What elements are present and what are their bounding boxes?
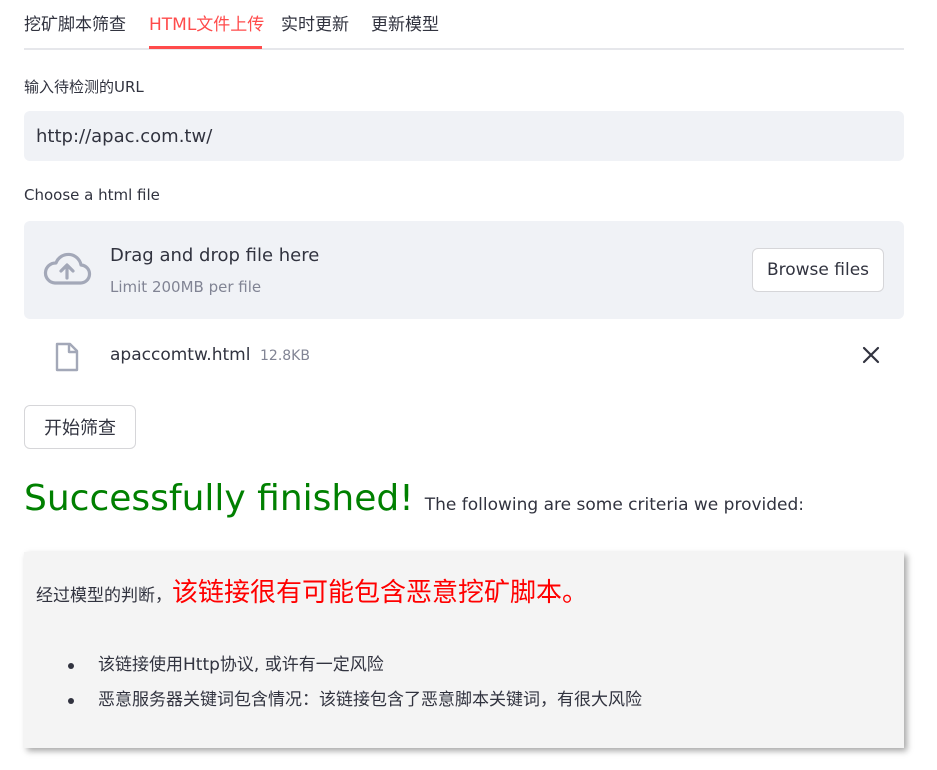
file-uploader-label: Choose a html file (24, 186, 160, 204)
result-panel: 经过模型的判断，该链接很有可能包含恶意挖矿脚本。 该链接使用Http协议, 或许… (24, 552, 904, 748)
criteria-list: 该链接使用Http协议, 或许有一定风险 恶意服务器关键词包含情况：该链接包含了… (68, 652, 642, 722)
dropzone-instruction: Drag and drop file here (110, 245, 320, 266)
list-item: 恶意服务器关键词包含情况：该链接包含了恶意脚本关键词，有很大风险 (68, 687, 642, 722)
file-dropzone[interactable]: Drag and drop file here Limit 200MB per … (24, 221, 904, 319)
success-message: Successfully finished! (24, 478, 414, 519)
uploaded-file-size: 12.8KB (260, 348, 310, 364)
uploaded-file-name: apaccomtw.html (110, 345, 251, 365)
criteria-intro: The following are some criteria we provi… (424, 495, 805, 515)
verdict-line: 经过模型的判断，该链接很有可能包含恶意挖矿脚本。 (36, 572, 588, 609)
verdict-main: 该链接很有可能包含恶意挖矿脚本。 (172, 578, 589, 608)
close-icon[interactable] (860, 344, 882, 366)
url-input-label: 输入待检测的URL (24, 78, 144, 96)
tab-realtime-update[interactable]: 实时更新 (281, 10, 349, 35)
active-tab-indicator (149, 46, 262, 49)
list-item: 该链接使用Http协议, 或许有一定风险 (68, 652, 642, 687)
verdict-prefix: 经过模型的判断， (36, 586, 172, 606)
tab-bar: 挖矿脚本筛查 HTML文件上传 实时更新 更新模型 (24, 0, 904, 50)
tab-mining-script-scan[interactable]: 挖矿脚本筛查 (24, 10, 126, 35)
browse-files-button[interactable]: Browse files (752, 248, 884, 292)
url-input[interactable] (24, 111, 904, 161)
uploaded-file-row: apaccomtw.html 12.8KB (24, 330, 904, 384)
result-header: Successfully finished! The following are… (24, 478, 804, 519)
file-icon (55, 342, 79, 372)
start-scan-button[interactable]: 开始筛查 (24, 405, 136, 449)
dropzone-limit: Limit 200MB per file (110, 278, 262, 296)
tab-update-model[interactable]: 更新模型 (371, 10, 439, 35)
cloud-upload-icon (43, 252, 92, 285)
tab-html-upload[interactable]: HTML文件上传 (149, 10, 264, 35)
